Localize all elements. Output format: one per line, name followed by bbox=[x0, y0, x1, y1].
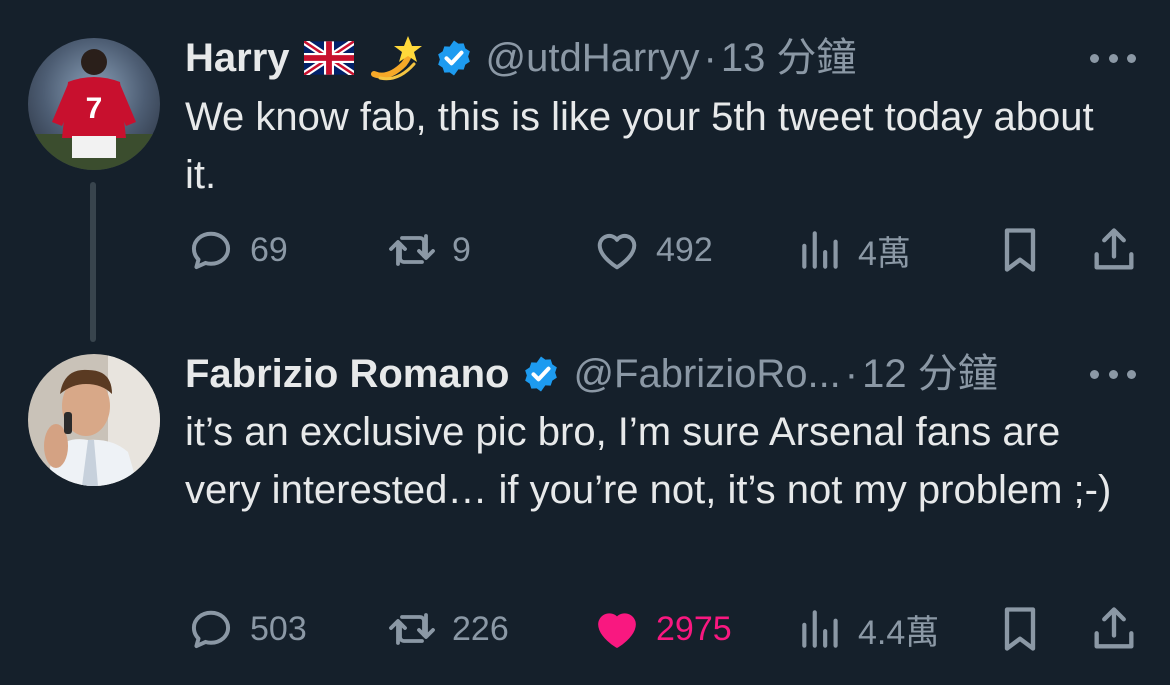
action-bar: 503 226 2975 4.4萬 bbox=[0, 601, 1170, 657]
views-button[interactable]: 4萬 bbox=[798, 222, 911, 278]
like-button[interactable]: 492 bbox=[592, 222, 713, 278]
avatar[interactable] bbox=[28, 354, 160, 486]
reply-button[interactable]: 69 bbox=[186, 222, 288, 278]
views-button[interactable]: 4.4萬 bbox=[798, 601, 939, 657]
tweet[interactable]: Fabrizio Romano @FabrizioRo... · 12 分鐘 i… bbox=[0, 318, 1170, 685]
verified-badge-icon[interactable] bbox=[521, 354, 561, 394]
reply-button[interactable]: 503 bbox=[186, 601, 307, 657]
view-count: 4.4萬 bbox=[858, 613, 940, 652]
retweet-button[interactable]: 9 bbox=[386, 222, 471, 278]
avatar-image: 7 bbox=[28, 38, 160, 170]
views-chart-icon bbox=[802, 610, 838, 648]
reply-count: 69 bbox=[250, 230, 288, 269]
reply-thread: 7 Harry @utdHarryy · 13 分鐘 We know fab, … bbox=[0, 0, 1170, 685]
views-chart-icon bbox=[802, 231, 838, 269]
share-upload-icon bbox=[1094, 607, 1134, 649]
tweet-header: Fabrizio Romano @FabrizioRo... · 12 分鐘 bbox=[185, 348, 998, 400]
bookmark-icon bbox=[1004, 228, 1036, 272]
more-options-icon[interactable] bbox=[1090, 50, 1136, 66]
share-upload-icon bbox=[1094, 228, 1134, 270]
verified-badge-icon[interactable] bbox=[434, 38, 474, 78]
retweet-button[interactable]: 226 bbox=[386, 601, 509, 657]
avatar[interactable]: 7 bbox=[28, 38, 160, 170]
heart-filled-icon bbox=[598, 613, 636, 648]
tweet-text: it’s an exclusive pic bro, I’m sure Arse… bbox=[185, 410, 1112, 512]
author-handle[interactable]: @utdHarryy bbox=[486, 32, 700, 84]
dizzy-star-emoji bbox=[368, 34, 422, 82]
tweet-header: Harry @utdHarryy · 13 分鐘 bbox=[185, 32, 856, 84]
share-button[interactable] bbox=[1090, 222, 1138, 278]
retweet-icon bbox=[389, 613, 435, 645]
reply-icon bbox=[191, 231, 231, 270]
retweet-count: 9 bbox=[452, 230, 471, 269]
separator-dot: · bbox=[844, 352, 859, 396]
svg-text:7: 7 bbox=[86, 92, 103, 125]
author-name[interactable]: Fabrizio Romano bbox=[185, 348, 509, 400]
timestamp[interactable]: 13 分鐘 bbox=[721, 32, 857, 84]
reply-icon bbox=[191, 610, 231, 649]
like-count: 492 bbox=[656, 230, 713, 269]
reply-count: 503 bbox=[250, 609, 307, 648]
author-name[interactable]: Harry bbox=[185, 32, 290, 84]
separator-dot: · bbox=[703, 36, 717, 80]
retweet-count: 226 bbox=[452, 609, 509, 648]
like-count: 2975 bbox=[656, 609, 732, 648]
share-button[interactable] bbox=[1090, 601, 1138, 657]
flag-uk-emoji bbox=[303, 41, 354, 75]
bookmark-button[interactable] bbox=[998, 222, 1042, 278]
like-button[interactable]: 2975 bbox=[592, 601, 732, 657]
retweet-icon bbox=[389, 234, 435, 266]
timestamp[interactable]: 12 分鐘 bbox=[862, 348, 998, 400]
heart-icon bbox=[597, 233, 637, 270]
bookmark-icon bbox=[1004, 607, 1036, 651]
tweet-text: We know fab, this is like your 5th tweet… bbox=[185, 95, 1094, 197]
more-options-icon[interactable] bbox=[1090, 366, 1136, 382]
bookmark-button[interactable] bbox=[998, 601, 1042, 657]
view-count: 4萬 bbox=[858, 234, 911, 273]
author-handle[interactable]: @FabrizioRo... bbox=[573, 348, 840, 400]
action-bar: 69 9 492 4萬 bbox=[0, 222, 1170, 278]
avatar-image bbox=[28, 354, 160, 486]
tweet[interactable]: 7 Harry @utdHarryy · 13 分鐘 We know fab, … bbox=[0, 0, 1170, 342]
